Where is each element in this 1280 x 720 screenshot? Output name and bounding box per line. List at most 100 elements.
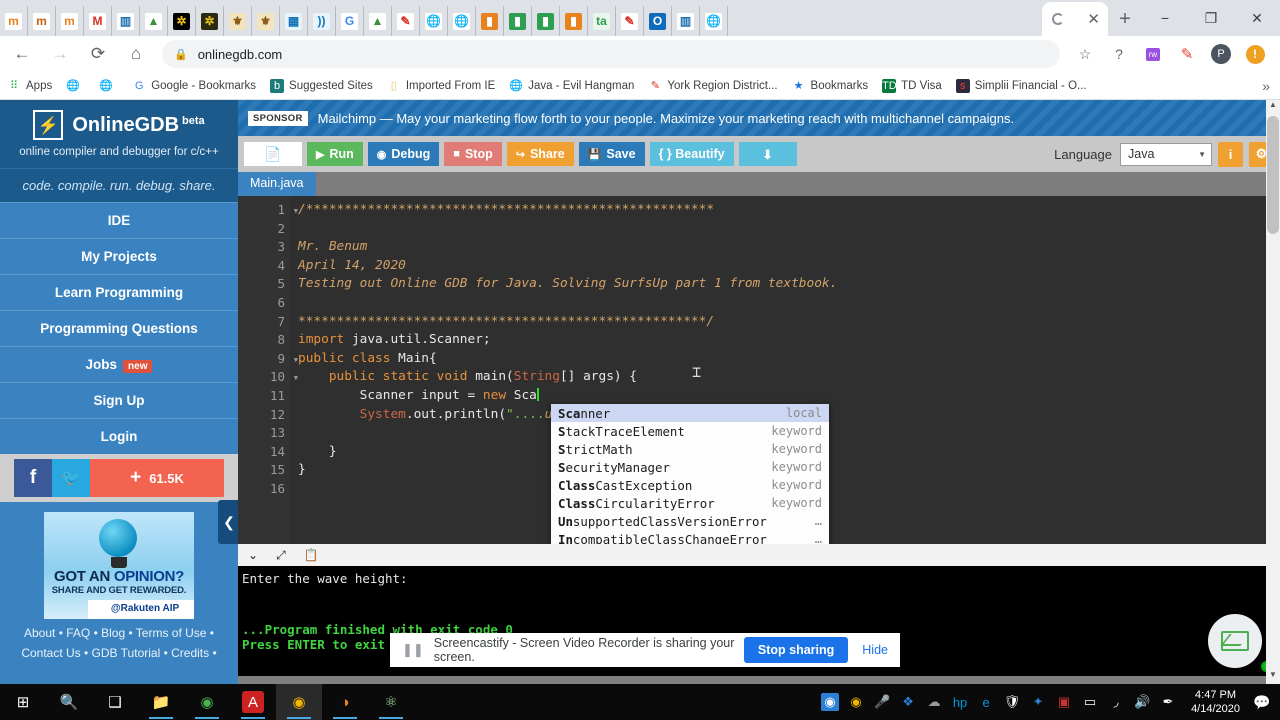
- share-count-button[interactable]: + 61.5K: [90, 459, 224, 497]
- sidebar-item-ide[interactable]: IDE: [0, 202, 238, 238]
- autocomplete-popup[interactable]: Scanner local StackTraceElement keyword Stri…: [551, 404, 829, 544]
- home-button[interactable]: ⌂: [120, 38, 152, 70]
- task-view-icon[interactable]: ❑: [92, 684, 138, 720]
- sidebar-item-sign-up[interactable]: Sign Up: [0, 382, 238, 418]
- chrome-profile-icon[interactable]: ◉: [276, 684, 322, 720]
- twitter-button[interactable]: 🐦: [52, 459, 90, 497]
- stop-sharing-button[interactable]: Stop sharing: [743, 637, 849, 663]
- bookmark-item[interactable]: s Simplii Financial - O...: [949, 75, 1094, 97]
- sidebar-item-learn-programming[interactable]: Learn Programming: [0, 274, 238, 310]
- dropbox-tray-icon[interactable]: ❖: [895, 684, 921, 720]
- volume-tray-icon[interactable]: 🔊: [1129, 684, 1155, 720]
- action-center-icon[interactable]: 💬: [1250, 684, 1274, 720]
- language-select[interactable]: Java ▼: [1120, 142, 1212, 166]
- bookmark-item[interactable]: 🌐: [92, 75, 125, 97]
- chrome-icon[interactable]: ◉: [184, 684, 230, 720]
- beautify-button[interactable]: { } Beautify: [649, 142, 734, 166]
- gmail-tab[interactable]: M: [84, 6, 112, 36]
- page-scrollbar-thumb[interactable]: [1267, 116, 1279, 234]
- code-line[interactable]: Mr. Benum: [290, 239, 1280, 258]
- crest-tab[interactable]: ⚜: [252, 6, 280, 36]
- reload-button[interactable]: ⟳: [82, 38, 114, 70]
- brand-header[interactable]: ⚡ OnlineGDB beta online compiler and debu…: [0, 100, 238, 168]
- stop-button[interactable]: ■ Stop: [444, 142, 502, 166]
- dark-star-tab[interactable]: ✲: [196, 6, 224, 36]
- footer-links-line1[interactable]: About • FAQ • Blog • Terms of Use •: [4, 623, 234, 643]
- code-line[interactable]: public static void main(String[] args) {: [290, 369, 1280, 388]
- sidebar-item-login[interactable]: Login: [0, 418, 238, 454]
- code-line[interactable]: [290, 221, 1280, 240]
- sheets-tab[interactable]: ▥: [672, 6, 700, 36]
- globe-tab[interactable]: 🌐: [700, 6, 728, 36]
- kahoot-tab[interactable]: ✎: [392, 6, 420, 36]
- share-button[interactable]: ↪ Share: [506, 142, 574, 166]
- doc-green-tab[interactable]: ▮: [532, 6, 560, 36]
- sponsor-banner[interactable]: SPONSOR Mailchimp — May your marketing f…: [238, 100, 1280, 136]
- doc-orange-tab[interactable]: ▮: [560, 6, 588, 36]
- moodle-tab[interactable]: m: [0, 6, 28, 36]
- close-window-button[interactable]: ✕: [1234, 2, 1280, 34]
- security-tray-icon[interactable]: ▣: [1051, 684, 1077, 720]
- autocomplete-item[interactable]: StackTraceElement keyword: [551, 422, 829, 440]
- crest-tab[interactable]: ⚜: [224, 6, 252, 36]
- hp-tray-icon[interactable]: hp: [947, 684, 973, 720]
- new-file-button[interactable]: 📄: [244, 142, 302, 166]
- code-line[interactable]: public class Main{: [290, 351, 1280, 370]
- search-icon[interactable]: 🔍: [46, 684, 92, 720]
- purple-extension-icon[interactable]: rw: [1139, 40, 1167, 68]
- new-tab-button[interactable]: +: [1108, 2, 1142, 36]
- code-editor[interactable]: 1 ▼ 2 3 4 5 6 7 8 9 ▼ 10 ▼ 11 12 13 14 15 16 /************…: [238, 196, 1280, 544]
- bookmark-item[interactable]: 🌐: [59, 75, 92, 97]
- screencastify-extension-icon[interactable]: ✎: [1173, 40, 1201, 68]
- eclipse-icon[interactable]: ◑: [322, 684, 368, 720]
- doc-orange-tab[interactable]: ▮: [476, 6, 504, 36]
- code-line[interactable]: /***************************************…: [290, 202, 1280, 221]
- facebook-button[interactable]: f: [14, 459, 52, 497]
- sidebar-item-jobs[interactable]: Jobs new: [0, 346, 238, 382]
- page-scroll-up-icon[interactable]: ▲: [1266, 100, 1280, 114]
- back-button[interactable]: ←: [6, 38, 38, 70]
- pause-icon[interactable]: ❚❚: [402, 642, 424, 658]
- globe-tab[interactable]: 🌐: [420, 6, 448, 36]
- wifi-tray-icon[interactable]: ◞: [1103, 684, 1129, 720]
- globe-tab[interactable]: 🌐: [448, 6, 476, 36]
- code-line[interactable]: April 14, 2020: [290, 258, 1280, 277]
- sidebar-collapse-button[interactable]: ❮: [218, 500, 240, 544]
- help-extension-icon[interactable]: ?: [1105, 40, 1133, 68]
- sidebar-item-programming-questions[interactable]: Programming Questions: [0, 310, 238, 346]
- profile-avatar[interactable]: P: [1207, 40, 1235, 68]
- acrobat-icon[interactable]: A: [230, 684, 276, 720]
- page-scrollbar[interactable]: ▲ ▼: [1266, 100, 1280, 684]
- bookmark-item[interactable]: ★ Bookmarks: [785, 75, 876, 97]
- page-scroll-down-icon[interactable]: ▼: [1266, 670, 1280, 684]
- edge-tray-icon[interactable]: e: [973, 684, 999, 720]
- maximize-button[interactable]: ❐: [1188, 2, 1234, 34]
- bookmark-item[interactable]: TD TD Visa: [875, 75, 949, 97]
- sidebar-item-my-projects[interactable]: My Projects: [0, 238, 238, 274]
- save-button[interactable]: 💾 Save: [578, 142, 645, 166]
- bookmark-item[interactable]: 🌐 Java - Evil Hangman: [502, 75, 641, 97]
- run-button[interactable]: ▶ Run: [307, 142, 363, 166]
- doc-green-tab[interactable]: ▮: [504, 6, 532, 36]
- bookmark-item[interactable]: G Google - Bookmarks: [125, 75, 263, 97]
- autocomplete-item[interactable]: UnsupportedClassVersionError…: [551, 512, 829, 530]
- debug-button[interactable]: ◉ Debug: [367, 142, 440, 166]
- info-button[interactable]: i: [1218, 141, 1243, 167]
- footer-links-line2[interactable]: Contact Us • GDB Tutorial • Credits •: [4, 643, 234, 663]
- code-line[interactable]: Testing out Online GDB for Java. Solving…: [290, 276, 1280, 295]
- bluetooth-tray-icon[interactable]: ✦: [1025, 684, 1051, 720]
- bookmarks-overflow-icon[interactable]: »: [1262, 78, 1280, 94]
- signal-tab[interactable]: )): [308, 6, 336, 36]
- drive-tab[interactable]: ▲: [364, 6, 392, 36]
- moodle-tab[interactable]: m: [56, 6, 84, 36]
- pen-tray-icon[interactable]: ✒: [1155, 684, 1181, 720]
- mail-icon[interactable]: [1208, 614, 1262, 668]
- file-tab-main-java[interactable]: Main.java: [238, 172, 316, 196]
- code-line[interactable]: ****************************************…: [290, 314, 1280, 333]
- code-line[interactable]: import java.util.Scanner;: [290, 332, 1280, 351]
- autocomplete-item[interactable]: ClassCircularityError keyword: [551, 494, 829, 512]
- bookmark-item[interactable]: b Suggested Sites: [263, 75, 380, 97]
- ta-tab[interactable]: ta: [588, 6, 616, 36]
- sheets-tab[interactable]: ▥: [112, 6, 140, 36]
- active-tab-onlinegdb[interactable]: ✕: [1042, 2, 1108, 36]
